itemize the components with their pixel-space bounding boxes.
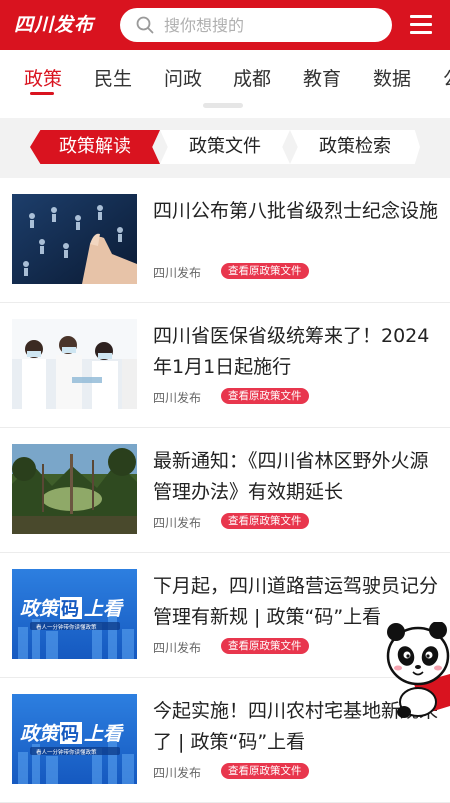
category-tab-chengdu[interactable]: 成都 (233, 64, 271, 91)
article-source: 四川发布 (153, 516, 202, 530)
list-item[interactable]: 最新通知：《四川省林区野外火源管理办法》有效期延长 四川发布 查看原政策文件 (0, 428, 450, 553)
subtab-policy-search[interactable]: 政策检索 (290, 130, 420, 164)
view-original-policy-button[interactable]: 查看原政策文件 (221, 388, 309, 404)
subtab-policy-interpretation[interactable]: 政策解读 (30, 130, 160, 164)
svg-text:看人一分钟带你读懂政策: 看人一分钟带你读懂政策 (36, 748, 97, 756)
article-source: 四川发布 (153, 641, 202, 655)
svg-text:上看: 上看 (84, 723, 124, 745)
category-tab-inquiry[interactable]: 问政 (164, 64, 202, 91)
article-source: 四川发布 (153, 391, 202, 405)
subtab-policy-documents[interactable]: 政策文件 (160, 130, 290, 164)
view-original-policy-button[interactable]: 查看原政策文件 (221, 638, 309, 654)
svg-text:看人一分钟带你读懂政策: 看人一分钟带你读懂政策 (36, 623, 97, 631)
article-source: 四川发布 (153, 266, 202, 280)
category-tab-data[interactable]: 数据 (373, 64, 411, 91)
list-item[interactable]: 政策 码 上看 看人一分钟带你读懂政策 下月起，四川道路营运驾驶员记分管理有新规… (0, 553, 450, 678)
list-item[interactable]: 政策 码 上看 看人一分钟带你读懂政策 今起实施！四川农村宅基地新规来了 | 政… (0, 678, 450, 803)
svg-text:政策: 政策 (20, 598, 61, 620)
app-header: 四川发布 (0, 0, 450, 50)
subtab-band: 政策解读 政策文件 政策检索 (0, 118, 450, 178)
subtabs: 政策解读 政策文件 政策检索 (30, 130, 420, 164)
list-item[interactable]: 四川公布第八批省级烈士纪念设施 四川发布 查看原政策文件 (0, 178, 450, 303)
view-original-policy-button[interactable]: 查看原政策文件 (221, 513, 309, 529)
svg-text:政策: 政策 (20, 723, 61, 745)
article-title[interactable]: 最新通知：《四川省林区野外火源管理办法》有效期延长 (153, 446, 438, 508)
active-tab-indicator (30, 92, 54, 95)
menu-icon[interactable] (410, 14, 432, 36)
app-logo[interactable]: 四川发布 (14, 10, 94, 40)
search-icon (136, 16, 154, 34)
svg-text:码: 码 (61, 599, 79, 620)
article-list: 四川公布第八批省级烈士纪念设施 四川发布 查看原政策文件 四川省医保省级统筹来了… (0, 178, 450, 803)
category-tab-education[interactable]: 教育 (303, 64, 341, 91)
search-input[interactable] (164, 8, 384, 42)
scroll-hint (203, 103, 243, 108)
article-title[interactable]: 四川省医保省级统筹来了！2024年1月1日起施行 (153, 321, 438, 383)
category-nav: 政策 民生 问政 成都 教育 数据 公 (0, 50, 450, 106)
article-source: 四川发布 (153, 766, 202, 780)
panda-mascot-icon[interactable] (384, 622, 450, 722)
article-thumbnail (12, 444, 137, 534)
category-tab-policy[interactable]: 政策 (24, 64, 62, 91)
list-item[interactable]: 四川省医保省级统筹来了！2024年1月1日起施行 四川发布 查看原政策文件 (0, 303, 450, 428)
svg-text:码: 码 (61, 724, 79, 745)
category-tab-more[interactable]: 公 (443, 64, 450, 91)
category-tab-livelihood[interactable]: 民生 (94, 64, 132, 91)
article-thumbnail: 政策 码 上看 看人一分钟带你读懂政策 (12, 569, 137, 659)
article-thumbnail (12, 194, 137, 284)
article-title[interactable]: 四川公布第八批省级烈士纪念设施 (153, 196, 438, 227)
article-thumbnail (12, 319, 137, 409)
article-thumbnail: 政策 码 上看 看人一分钟带你读懂政策 (12, 694, 137, 784)
svg-text:上看: 上看 (84, 598, 124, 620)
view-original-policy-button[interactable]: 查看原政策文件 (221, 263, 309, 279)
search-bar[interactable] (120, 8, 392, 42)
view-original-policy-button[interactable]: 查看原政策文件 (221, 763, 309, 779)
